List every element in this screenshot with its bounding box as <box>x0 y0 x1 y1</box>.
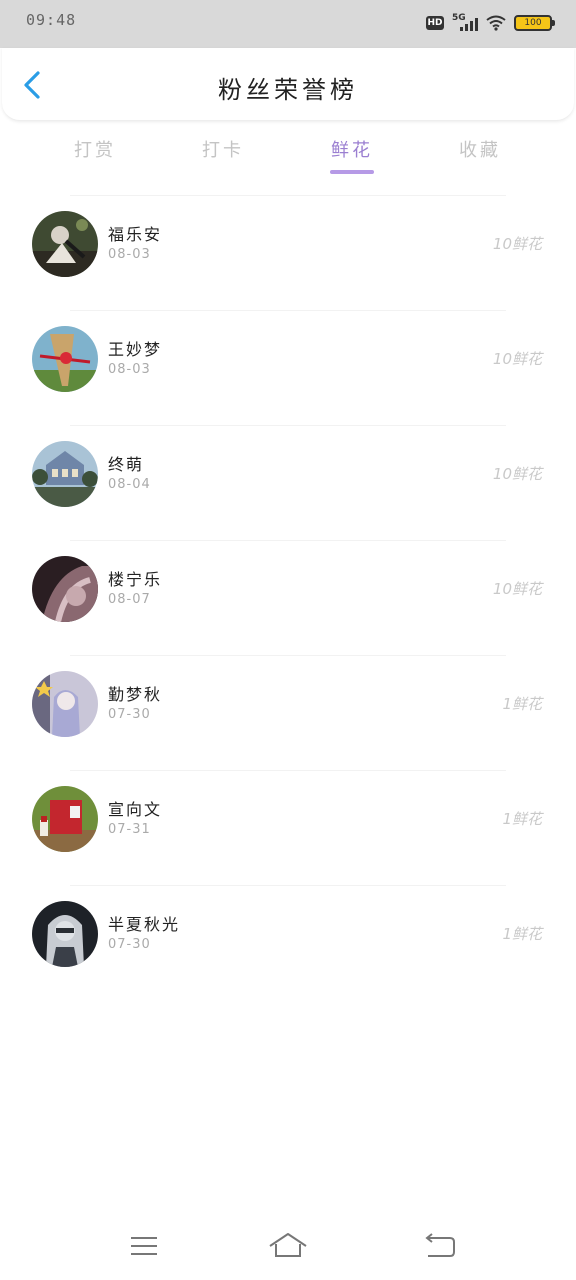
divider <box>70 885 506 886</box>
divider <box>70 540 506 541</box>
list-item[interactable]: 半夏秋光 07-30 1鲜花 <box>0 885 576 1000</box>
fan-name: 楼宁乐 <box>108 570 163 589</box>
list-item[interactable]: 宣向文 07-31 1鲜花 <box>0 770 576 885</box>
fan-date: 08-03 <box>108 247 151 262</box>
status-bar: 09:48 HD 5G 100 <box>0 0 576 48</box>
flower-count: 10鲜花 <box>492 465 542 483</box>
tab-favorites[interactable]: 收藏 <box>440 136 520 162</box>
divider <box>70 655 506 656</box>
fan-name: 宣向文 <box>108 800 163 819</box>
back-icon[interactable] <box>420 1230 460 1262</box>
tab-indicator <box>330 170 374 174</box>
list-item[interactable]: 勤梦秋 07-30 1鲜花 <box>0 655 576 770</box>
flower-count: 1鲜花 <box>502 925 542 943</box>
avatar[interactable] <box>32 441 98 507</box>
flower-count: 1鲜花 <box>502 695 542 713</box>
avatar[interactable] <box>32 671 98 737</box>
fan-name: 王妙梦 <box>108 340 163 359</box>
battery-icon: 100 <box>514 15 555 31</box>
fan-date: 08-04 <box>108 477 151 492</box>
status-time: 09:48 <box>26 11 77 29</box>
signal-icon: 5G <box>452 13 478 33</box>
divider <box>70 195 506 196</box>
avatar[interactable] <box>32 901 98 967</box>
header: 粉丝荣誉榜 <box>2 48 574 121</box>
divider <box>70 425 506 426</box>
tab-flowers[interactable]: 鲜花 <box>312 136 392 162</box>
fan-date: 07-30 <box>108 937 151 952</box>
system-nav-bar <box>0 1210 576 1280</box>
avatar[interactable] <box>32 786 98 852</box>
hd-icon: HD <box>426 16 444 30</box>
list-item[interactable]: 终萌 08-04 10鲜花 <box>0 425 576 540</box>
tab-checkin[interactable]: 打卡 <box>183 136 263 162</box>
fan-date: 07-30 <box>108 707 151 722</box>
list-item[interactable]: 王妙梦 08-03 10鲜花 <box>0 310 576 425</box>
fan-date: 07-31 <box>108 822 151 837</box>
page-title: 粉丝荣誉榜 <box>218 76 358 104</box>
home-icon[interactable] <box>268 1230 308 1262</box>
fan-name: 勤梦秋 <box>108 685 163 704</box>
fan-date: 08-03 <box>108 362 151 377</box>
fan-name: 终萌 <box>108 455 145 474</box>
wifi-icon <box>486 15 506 31</box>
flower-count: 10鲜花 <box>492 580 542 598</box>
menu-icon[interactable] <box>124 1230 164 1262</box>
flower-count: 1鲜花 <box>502 810 542 828</box>
tab-bar: 打赏 打卡 鲜花 收藏 <box>0 130 576 180</box>
list-item[interactable]: 楼宁乐 08-07 10鲜花 <box>0 540 576 655</box>
divider <box>70 310 506 311</box>
tab-reward[interactable]: 打赏 <box>55 136 135 162</box>
fan-name: 福乐安 <box>108 225 163 244</box>
fan-date: 08-07 <box>108 592 151 607</box>
divider <box>70 770 506 771</box>
avatar[interactable] <box>32 211 98 277</box>
flower-count: 10鲜花 <box>492 235 542 253</box>
list-item[interactable]: 福乐安 08-03 10鲜花 <box>0 195 576 310</box>
flower-count: 10鲜花 <box>492 350 542 368</box>
fan-name: 半夏秋光 <box>108 915 181 934</box>
status-icons: HD 5G 100 <box>426 10 555 36</box>
avatar[interactable] <box>32 556 98 622</box>
avatar[interactable] <box>32 326 98 392</box>
